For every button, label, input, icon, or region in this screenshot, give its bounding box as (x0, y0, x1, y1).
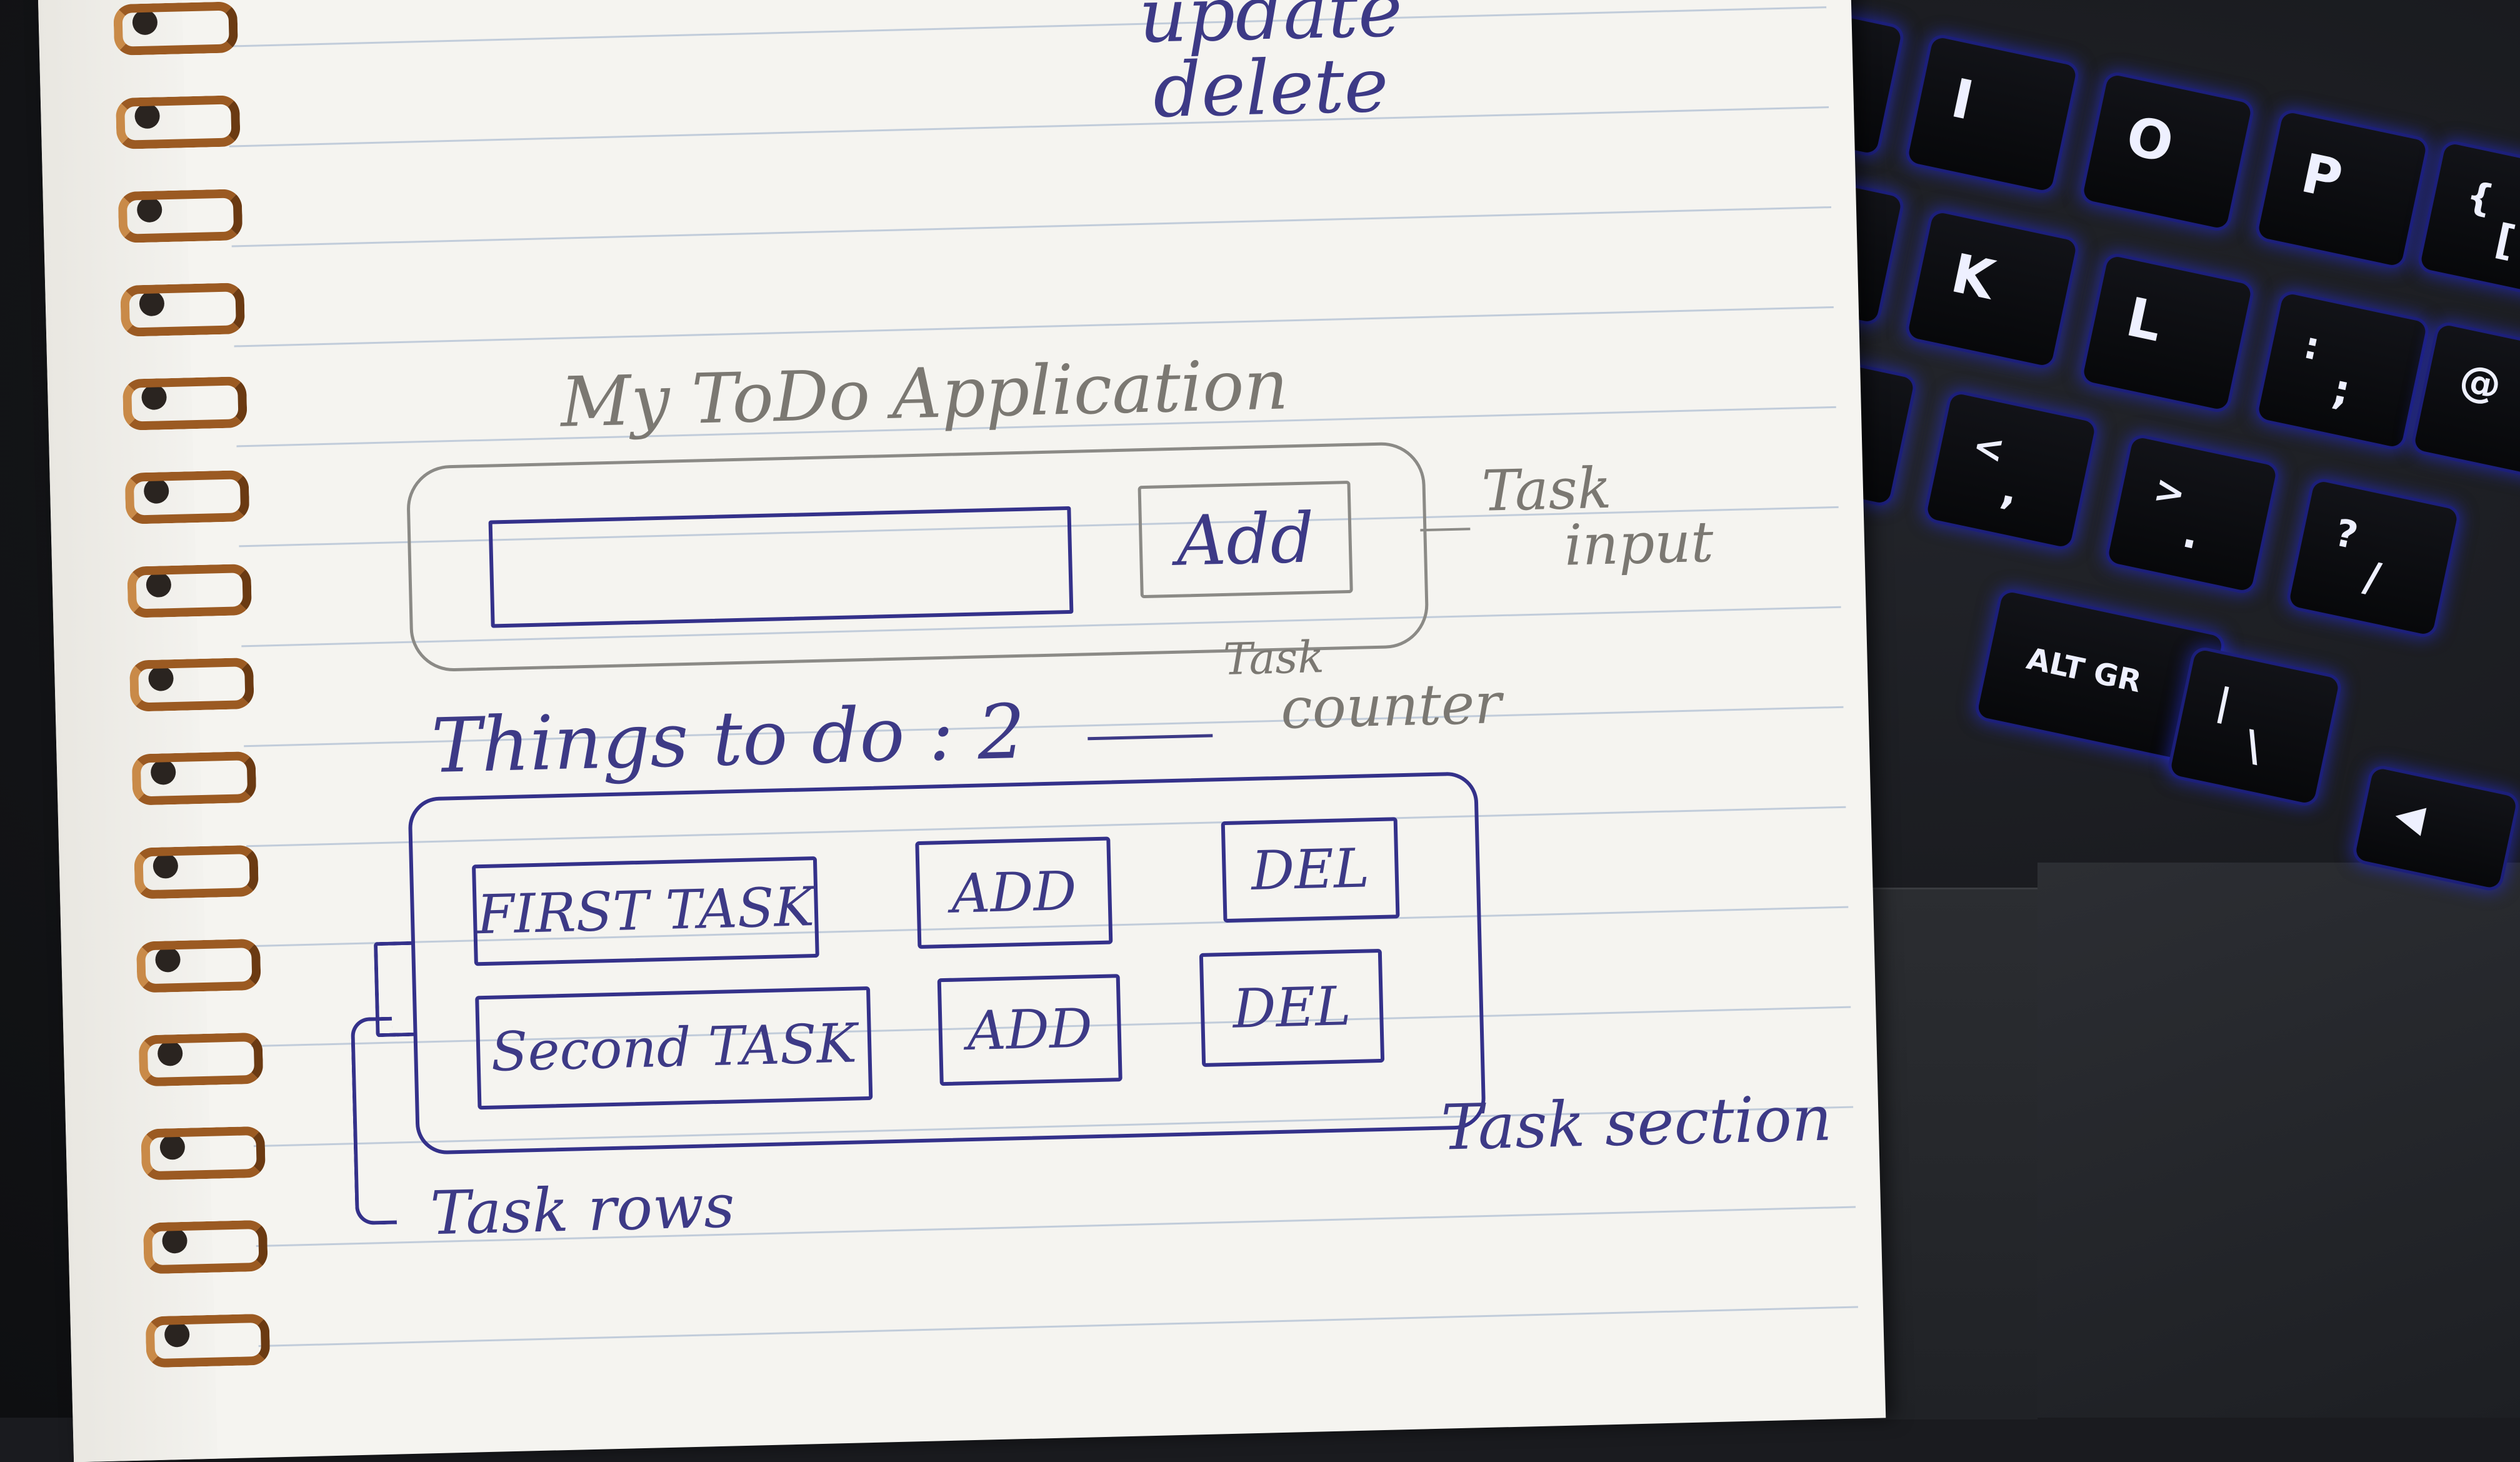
task-section-annotation: Task section (1440, 1081, 1833, 1164)
task-rows-annotation: Task rows (429, 1171, 736, 1249)
spiral-ring (129, 657, 254, 712)
spiral-ring (124, 469, 250, 524)
spiral-ring (127, 563, 252, 618)
spiral-ring (142, 1219, 268, 1274)
spiral-ring (118, 189, 243, 243)
task-row-1-add-button[interactable]: ADD (915, 836, 1113, 949)
spiral-ring (134, 844, 259, 899)
spiral-ring (138, 1032, 264, 1087)
task-row-1-name: FIRST TASK (471, 856, 819, 966)
add-task-button[interactable]: Add (1138, 480, 1353, 599)
input-annotation-input: input (1563, 509, 1714, 579)
ruled-line (226, 6, 1827, 48)
spiral-ring (113, 1, 239, 56)
notebook-page: update delete My ToDo Application Add Ta… (38, 0, 1886, 1462)
annotation-line (1088, 734, 1213, 741)
task-row-2-add-button[interactable]: ADD (937, 974, 1122, 1086)
spiral-ring (145, 1313, 271, 1368)
add-task-label: Add (1175, 498, 1316, 581)
annotation-line (1420, 528, 1471, 532)
spiral-ring (131, 751, 257, 806)
ruled-line (258, 1306, 1858, 1348)
task-row-2-label: Second TASK (490, 1012, 858, 1084)
task-row-2-del-label: DEL (1232, 975, 1352, 1041)
counter-annotation-counter: counter (1280, 671, 1502, 742)
spiral-ring (115, 95, 241, 149)
task-row-1-label: FIRST TASK (476, 876, 815, 947)
ruled-line (234, 306, 1834, 348)
task-counter: Things to do : 2 (430, 688, 1027, 790)
ruled-line (229, 106, 1829, 148)
spiral-ring (141, 1126, 266, 1181)
task-row-2-add-label: ADD (966, 997, 1093, 1063)
laptop-palmrest (2038, 863, 2520, 1418)
spiral-ring (120, 283, 246, 337)
spiral-ring (122, 376, 248, 431)
task-row-2-del-button[interactable]: DEL (1199, 948, 1385, 1067)
task-row-2-name: Second TASK (475, 986, 873, 1110)
task-rows-bracket-outer (350, 1016, 398, 1226)
spiral-ring (136, 938, 261, 993)
task-row-1-add-label: ADD (951, 859, 1078, 926)
task-row-1-del-label: DEL (1250, 837, 1371, 903)
ruled-line (231, 206, 1831, 248)
app-title: My ToDo Application (559, 344, 1289, 443)
task-row-1-del-button[interactable]: DEL (1221, 817, 1400, 923)
task-input-field[interactable] (488, 506, 1074, 628)
note-delete: delete (1152, 42, 1390, 135)
